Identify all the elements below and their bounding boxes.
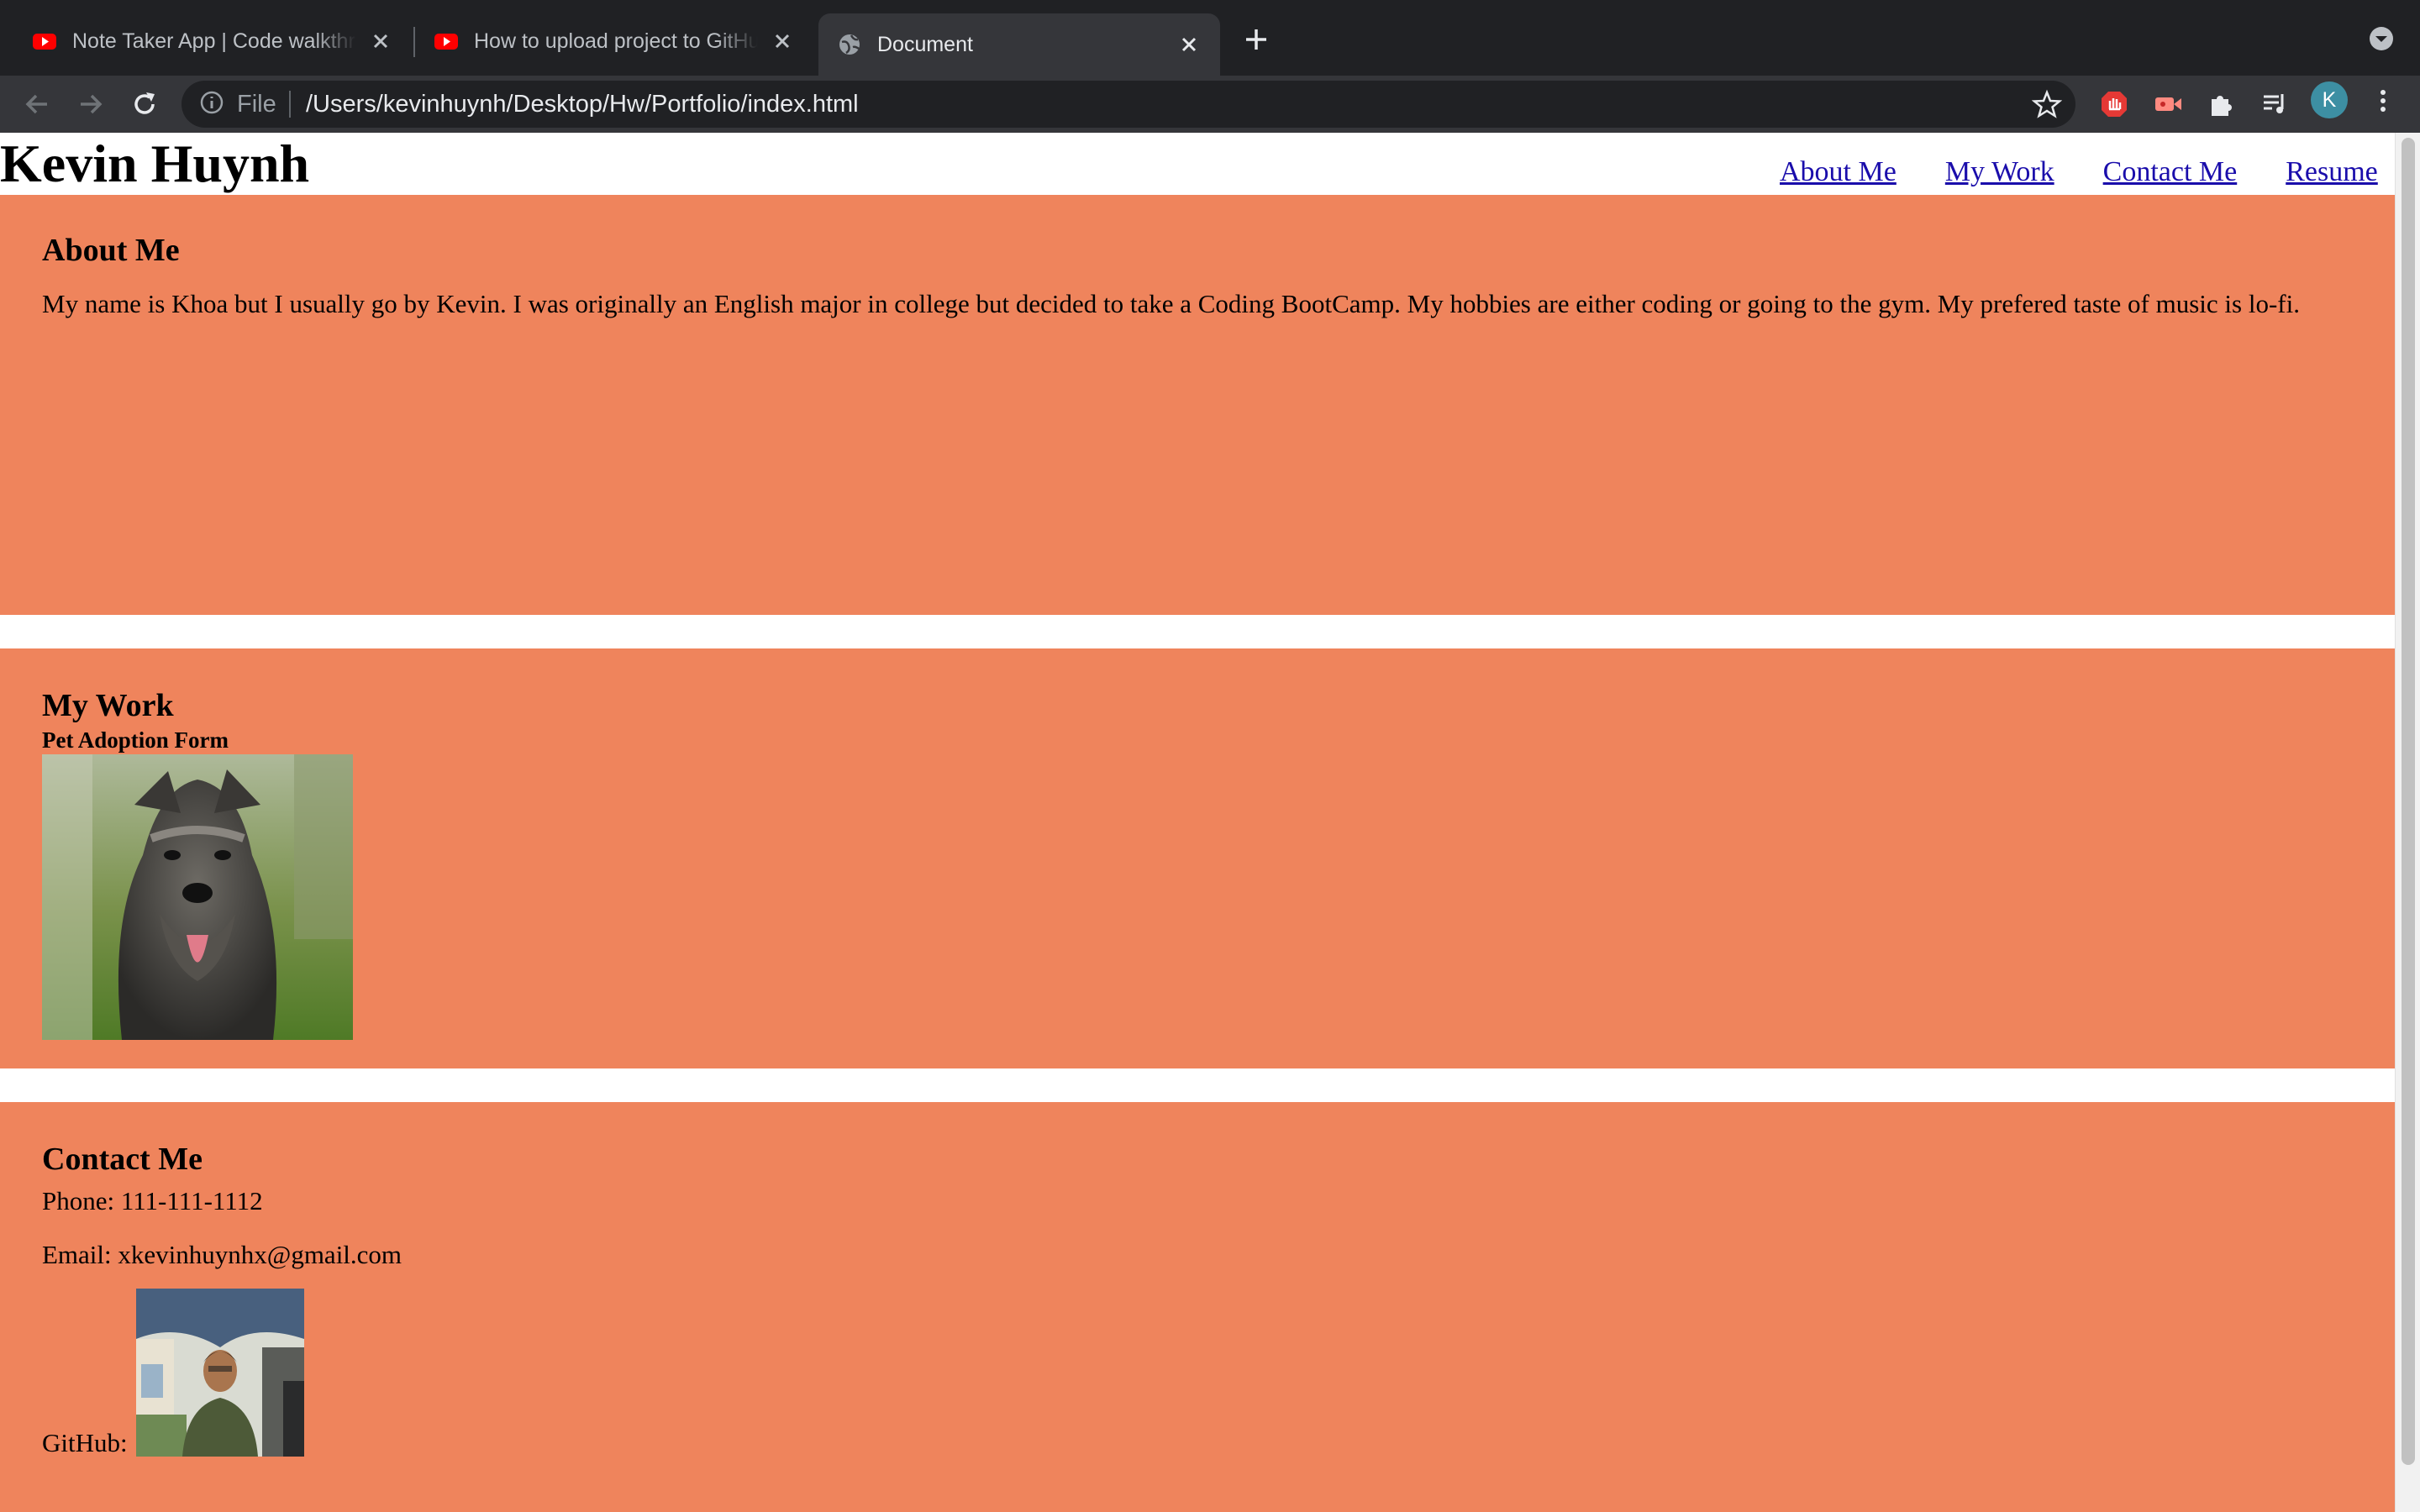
tab-note-taker[interactable]: Note Taker App | Code walkthrough — [0, 13, 412, 69]
close-icon[interactable] — [770, 29, 795, 54]
back-icon[interactable] — [22, 89, 52, 119]
nav-link-work[interactable]: My Work — [1945, 156, 2054, 188]
page-scrollbar[interactable] — [2395, 133, 2420, 1512]
contact-title: Contact Me — [42, 1142, 203, 1177]
info-icon[interactable] — [198, 89, 225, 116]
tab-title: Document — [877, 32, 973, 56]
github-profile-photo[interactable] — [136, 1289, 304, 1457]
scheme-label: File — [237, 91, 276, 118]
about-section: About Me My name is Khoa but I usually g… — [0, 195, 2395, 615]
close-icon[interactable] — [1176, 32, 1202, 57]
youtube-icon — [33, 34, 56, 50]
tab-strip: Note Taker App | Code walkthrough How to… — [0, 0, 2420, 76]
github-label: GitHub: — [42, 1428, 128, 1457]
globe-icon — [839, 34, 860, 55]
contact-email: Email: xkevinhuynhx@gmail.com — [42, 1240, 402, 1269]
tab-title: How to upload project to GitHub — [474, 29, 758, 53]
nav-link-contact[interactable]: Contact Me — [2103, 156, 2238, 188]
tab-title: Note Taker App | Code walkthrough — [72, 29, 356, 53]
site-name: Kevin Huynh — [0, 134, 310, 193]
adblock-extension-icon[interactable] — [2099, 89, 2129, 119]
tab-document[interactable]: Document — [818, 13, 1220, 76]
site-nav: About Me My Work Contact Me Resume — [1780, 156, 2378, 188]
close-icon[interactable] — [368, 29, 393, 54]
work-section: My Work Pet Adoption Form — [0, 648, 2395, 1068]
scrollbar-thumb[interactable] — [2402, 138, 2415, 1465]
reload-icon[interactable] — [129, 89, 160, 119]
tab-github-upload[interactable]: How to upload project to GitHub — [402, 13, 813, 69]
nav-link-about[interactable]: About Me — [1780, 156, 1897, 188]
page-viewport: Kevin Huynh About Me My Work Contact Me … — [0, 133, 2420, 1512]
project-title: Pet Adoption Form — [42, 727, 229, 753]
profile-avatar[interactable]: K — [2311, 81, 2348, 118]
forward-icon[interactable] — [76, 89, 106, 119]
bookmark-star-icon[interactable] — [2032, 89, 2062, 119]
more-menu-icon[interactable] — [2370, 87, 2396, 114]
video-extension-icon[interactable] — [2153, 89, 2183, 119]
contact-section: Contact Me Phone: 111-111-1112 Email: xk… — [0, 1102, 2395, 1512]
media-queue-icon[interactable] — [2260, 89, 2291, 119]
new-tab-icon[interactable] — [1242, 25, 1270, 54]
youtube-icon — [434, 34, 458, 50]
nav-link-resume[interactable]: Resume — [2286, 156, 2378, 188]
address-divider — [289, 91, 291, 118]
address-url[interactable]: /Users/kevinhuynh/Desktop/Hw/Portfolio/i… — [306, 76, 859, 133]
dog-photo[interactable] — [42, 754, 353, 1040]
contact-phone: Phone: 111-111-1112 — [42, 1186, 263, 1215]
about-text: My name is Khoa but I usually go by Kevi… — [42, 289, 2300, 318]
tab-search-icon[interactable] — [2368, 25, 2395, 52]
about-title: About Me — [42, 233, 180, 268]
work-title: My Work — [42, 688, 174, 723]
extensions-puzzle-icon[interactable] — [2207, 89, 2237, 119]
